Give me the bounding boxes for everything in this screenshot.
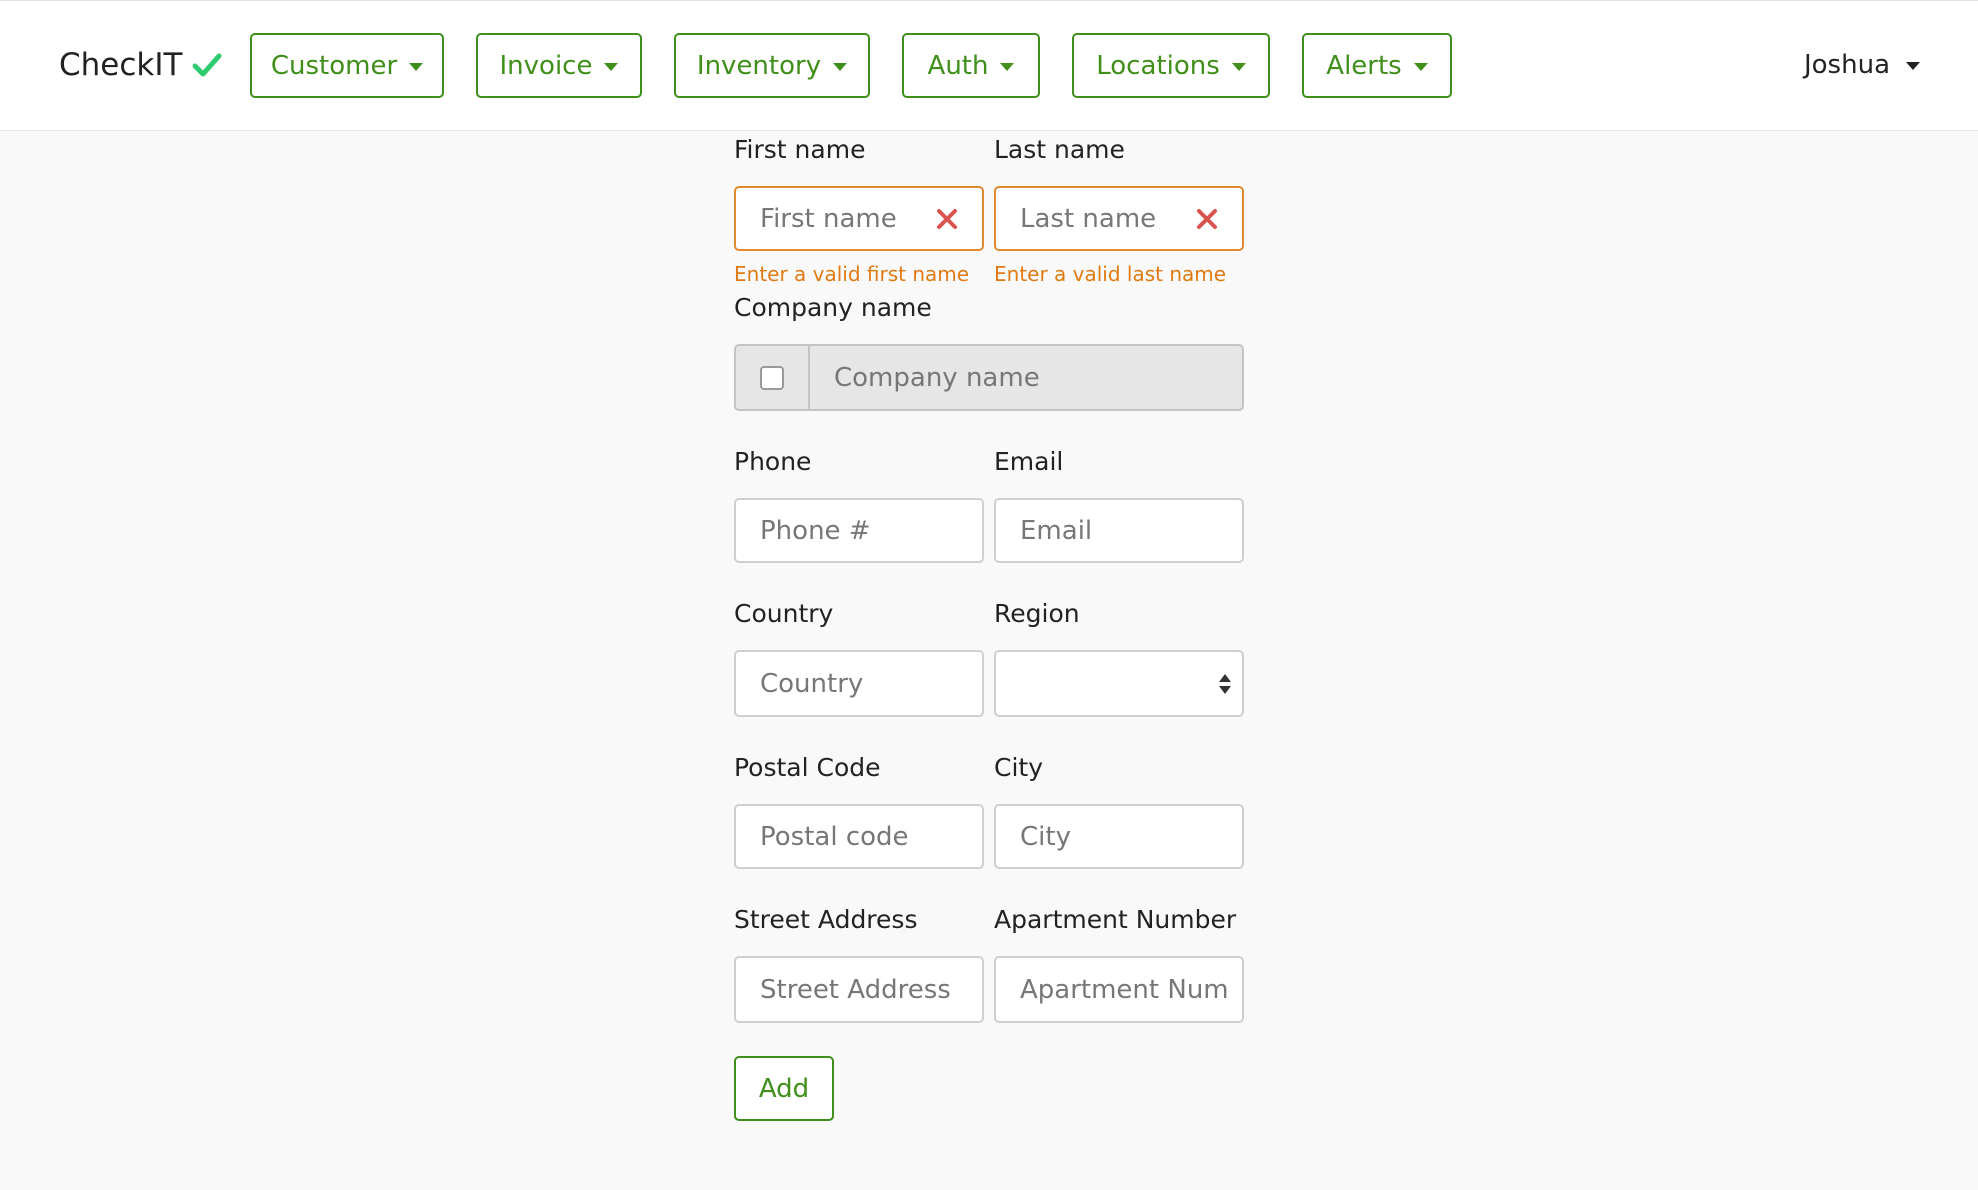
nav-inventory-label: Inventory bbox=[696, 50, 822, 81]
caret-down-icon bbox=[1000, 62, 1015, 71]
street-address-placeholder: Street Address bbox=[760, 974, 951, 1005]
brand-logo[interactable]: CheckIT bbox=[59, 45, 222, 85]
user-name: Joshua bbox=[1803, 50, 1890, 80]
region-select[interactable] bbox=[994, 650, 1244, 717]
first-name-error: Enter a valid first name bbox=[734, 262, 970, 286]
caret-down-icon bbox=[604, 62, 619, 71]
add-button-label: Add bbox=[758, 1073, 810, 1104]
postal-code-input[interactable]: Postal code bbox=[734, 804, 984, 869]
country-placeholder: Country bbox=[760, 668, 864, 699]
caret-down-icon bbox=[1413, 62, 1428, 71]
user-menu[interactable]: Joshua bbox=[1804, 45, 1920, 85]
apartment-number-placeholder: Apartment Num bbox=[1020, 974, 1229, 1005]
invalid-x-icon bbox=[1197, 209, 1217, 229]
brand-name: CheckIT bbox=[59, 47, 183, 83]
nav-invoice-label: Invoice bbox=[499, 50, 593, 81]
phone-label: Phone bbox=[734, 447, 812, 476]
street-address-input[interactable]: Street Address bbox=[734, 956, 984, 1023]
country-label: Country bbox=[734, 599, 834, 628]
nav-locations-label: Locations bbox=[1096, 50, 1220, 81]
company-checkbox[interactable] bbox=[760, 365, 784, 390]
company-name-group: Company name bbox=[734, 344, 1244, 411]
top-navbar: CheckIT Customer Invoice Inventory Auth … bbox=[0, 0, 1978, 131]
nav-alerts-dropdown[interactable]: Alerts bbox=[1302, 33, 1452, 98]
nav-customer-dropdown[interactable]: Customer bbox=[250, 33, 444, 98]
nav-locations-dropdown[interactable]: Locations bbox=[1072, 33, 1270, 98]
company-name-label: Company name bbox=[734, 293, 932, 322]
last-name-placeholder: Last name bbox=[1020, 203, 1157, 234]
phone-placeholder: Phone # bbox=[760, 515, 871, 546]
company-name-input[interactable]: Company name bbox=[810, 346, 1242, 409]
caret-down-icon bbox=[1906, 62, 1920, 70]
caret-down-icon bbox=[833, 62, 848, 71]
invalid-x-icon bbox=[937, 209, 957, 229]
email-placeholder: Email bbox=[1020, 515, 1093, 546]
first-name-placeholder: First name bbox=[760, 203, 897, 234]
add-button[interactable]: Add bbox=[734, 1056, 834, 1121]
nav-auth-dropdown[interactable]: Auth bbox=[902, 33, 1040, 98]
city-input[interactable]: City bbox=[994, 804, 1244, 869]
first-name-input[interactable]: First name bbox=[734, 186, 984, 251]
last-name-input[interactable]: Last name bbox=[994, 186, 1244, 251]
region-label: Region bbox=[994, 599, 1080, 628]
email-input[interactable]: Email bbox=[994, 498, 1244, 563]
company-name-placeholder: Company name bbox=[834, 362, 1040, 393]
email-label: Email bbox=[994, 447, 1064, 476]
nav-inventory-dropdown[interactable]: Inventory bbox=[674, 33, 870, 98]
apartment-number-label: Apartment Number bbox=[994, 905, 1237, 934]
nav-auth-label: Auth bbox=[927, 50, 989, 81]
country-input[interactable]: Country bbox=[734, 650, 984, 717]
checkmark-icon bbox=[192, 53, 222, 77]
nav-invoice-dropdown[interactable]: Invoice bbox=[476, 33, 642, 98]
nav-customer-label: Customer bbox=[270, 50, 398, 81]
last-name-error: Enter a valid last name bbox=[994, 262, 1227, 286]
postal-code-label: Postal Code bbox=[734, 753, 881, 782]
first-name-label: First name bbox=[734, 135, 866, 164]
last-name-label: Last name bbox=[994, 135, 1125, 164]
city-placeholder: City bbox=[1020, 821, 1071, 852]
nav-alerts-label: Alerts bbox=[1326, 50, 1402, 81]
postal-code-placeholder: Postal code bbox=[760, 821, 909, 852]
company-checkbox-cell bbox=[736, 346, 810, 409]
caret-down-icon bbox=[409, 62, 424, 71]
select-arrows-icon bbox=[1219, 674, 1231, 694]
city-label: City bbox=[994, 753, 1043, 782]
street-address-label: Street Address bbox=[734, 905, 918, 934]
apartment-number-input[interactable]: Apartment Num bbox=[994, 956, 1244, 1023]
phone-input[interactable]: Phone # bbox=[734, 498, 984, 563]
caret-down-icon bbox=[1231, 62, 1246, 71]
